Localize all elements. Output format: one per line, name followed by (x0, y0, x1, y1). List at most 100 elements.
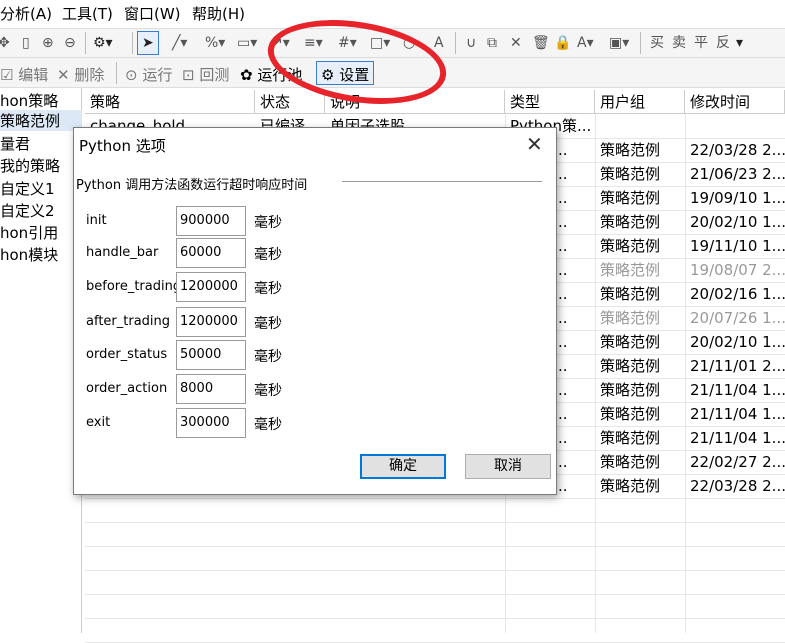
timeout-input[interactable]: 1200000 (176, 307, 246, 337)
move-icon[interactable]: ✥ (0, 34, 10, 52)
font-color-icon[interactable]: A▾ (577, 34, 594, 52)
timeout-input[interactable]: 900000 (176, 206, 246, 236)
column-header-user-group[interactable]: 用户组 (595, 90, 685, 114)
menu-tools[interactable]: 工具(T) (62, 3, 113, 24)
close-icon: ✕ (57, 66, 70, 84)
table-cell: 策略范例 (600, 309, 661, 327)
save-icon[interactable]: ▣▾ (609, 34, 629, 52)
toolbar-divider (116, 62, 117, 84)
table-cell: 策略范例 (600, 405, 661, 423)
row-divider (85, 594, 785, 595)
line-icon[interactable]: ╱▾ (172, 34, 187, 52)
row-divider (85, 498, 785, 499)
reverse-button[interactable]: 反 (716, 34, 730, 52)
field-label: handle_bar (86, 245, 159, 260)
python-icon: ✿ (240, 66, 253, 84)
table-cell: 策略范例 (600, 165, 661, 183)
magnet-icon[interactable]: ∪ (466, 34, 476, 52)
play-icon: ⊙ (125, 66, 138, 84)
tree-item[interactable]: hon模块 (0, 244, 58, 265)
lock-icon[interactable]: 🔒 (554, 34, 571, 52)
field-label: init (86, 213, 107, 228)
tree-item[interactable]: hon策略 (0, 90, 58, 111)
table-cell: 22/03/28 2... (690, 477, 785, 495)
section-title: Python 调用方法函数运行超时响应时间 (76, 178, 308, 193)
ruler-h-icon[interactable]: ▭▾ (237, 34, 257, 52)
column-header-status[interactable]: 状态 (255, 90, 325, 114)
table-cell: 策略范例 (600, 285, 661, 303)
sell-button[interactable]: 卖 (672, 34, 686, 52)
tree-item[interactable]: 我的策略 (0, 155, 60, 176)
tree-item[interactable]: 自定义1 (0, 178, 55, 199)
table-cell: 22/02/27 2... (690, 453, 785, 471)
table-cell: 策略范例 (600, 381, 661, 399)
ok-button[interactable]: 确定 (360, 454, 446, 479)
table-cell: 策略范例 (600, 237, 661, 255)
backtest-button[interactable]: ⊡ 回测 (182, 64, 229, 85)
row-divider (85, 570, 785, 571)
zoom-out-icon[interactable]: ⊖ (64, 34, 76, 52)
close-icon[interactable]: ✕ (526, 132, 543, 156)
table-cell: 20/02/10 1... (690, 333, 785, 351)
text-icon[interactable]: A (434, 34, 444, 52)
zoom-in-icon[interactable]: ⊕ (42, 34, 54, 52)
field-label: after_trading (86, 314, 171, 329)
table-cell: 19/11/10 1... (690, 237, 785, 255)
gear-icon[interactable]: ⚙▾ (93, 34, 113, 52)
menu-window[interactable]: 窗口(W) (124, 3, 181, 24)
unit-label: 毫秒 (254, 316, 282, 332)
cancel-button[interactable]: 取消 (465, 454, 551, 479)
edit-button[interactable]: ☑ 编辑 (0, 64, 48, 85)
table-cell: 19/08/07 2... (690, 261, 785, 279)
table-cell: 策略范例 (600, 333, 661, 351)
timeout-input[interactable]: 300000 (176, 408, 246, 438)
column-header-strategy[interactable]: 策略 (85, 90, 255, 114)
column-header-type[interactable]: 类型 (505, 90, 595, 114)
timeout-input[interactable]: 8000 (176, 374, 246, 404)
delete-button[interactable]: ✕ 删除 (57, 64, 104, 85)
timeout-input[interactable]: 50000 (176, 340, 246, 370)
table-cell: 20/02/16 1... (690, 285, 785, 303)
column-header-modified[interactable]: 修改时间 (685, 90, 785, 114)
chevron-down-icon[interactable]: ▾ (736, 34, 743, 52)
tree-item-selected[interactable]: 策略范例 (0, 110, 82, 131)
backtest-icon: ⊡ (182, 66, 195, 84)
pointer-icon[interactable]: ➤ (142, 34, 154, 52)
table-cell: 策略范例 (600, 213, 661, 231)
buy-button[interactable]: 买 (650, 34, 664, 52)
tree-item[interactable]: hon引用 (0, 222, 58, 243)
table-cell: 策略范例 (600, 261, 661, 279)
table-cell: 20/02/10 1... (690, 213, 785, 231)
field-label: exit (86, 415, 111, 430)
table-cell: 策略范例 (600, 189, 661, 207)
timeout-input[interactable]: 1200000 (176, 272, 246, 302)
row-divider (85, 618, 785, 619)
run-button[interactable]: ⊙ 运行 (125, 64, 172, 85)
toolbar-divider (132, 32, 133, 54)
close-position-button[interactable]: 平 (694, 34, 708, 52)
row-divider (85, 522, 785, 523)
unit-label: 毫秒 (254, 247, 282, 263)
table-cell: 策略范例 (600, 357, 661, 375)
ruler-icon[interactable]: ▯ (22, 34, 30, 52)
field-label: order_status (86, 347, 168, 362)
percent-icon[interactable]: %▾ (205, 34, 225, 52)
unit-label: 毫秒 (254, 383, 282, 399)
unit-label: 毫秒 (254, 281, 282, 297)
tree-item[interactable]: 自定义2 (0, 200, 55, 221)
unit-label: 毫秒 (254, 215, 282, 231)
menu-help[interactable]: 帮助(H) (192, 3, 245, 24)
table-cell: 策略范例 (600, 141, 661, 159)
table-cell: 策略范例 (600, 453, 661, 471)
delete-icon[interactable]: ✕ (510, 34, 522, 52)
table-cell: 21/11/04 1... (690, 405, 785, 423)
table-cell: 20/07/26 1... (690, 309, 785, 327)
tree-item[interactable]: 量君 (0, 133, 30, 154)
table-cell: 21/11/04 1... (690, 429, 785, 447)
menu-analysis[interactable]: 分析(A) (0, 3, 52, 24)
field-label: before_trading (86, 279, 182, 294)
copy-icon[interactable]: ⧉ (487, 34, 497, 52)
unit-label: 毫秒 (254, 349, 282, 365)
trash-icon[interactable]: 🗑 (532, 34, 550, 52)
timeout-input[interactable]: 60000 (176, 238, 246, 268)
